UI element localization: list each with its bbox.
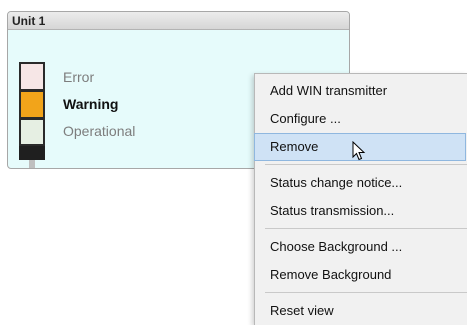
- menu-item-remove-background[interactable]: Remove Background: [255, 261, 467, 289]
- status-label-operational: Operational: [63, 123, 136, 139]
- menu-separator: [265, 164, 467, 165]
- warning-light: [19, 90, 45, 118]
- error-light: [19, 62, 45, 90]
- status-label-warning: Warning: [63, 96, 119, 112]
- menu-item-status-change-notice[interactable]: Status change notice...: [255, 169, 467, 197]
- menu-item-remove-label: Remove: [270, 139, 319, 154]
- menu-item-configure[interactable]: Configure ...: [255, 105, 467, 133]
- menu-separator: [265, 292, 467, 293]
- tower-pole: [29, 160, 35, 168]
- menu-item-remove[interactable]: Remove: [254, 133, 466, 161]
- operational-light: [19, 118, 45, 146]
- menu-separator: [265, 228, 467, 229]
- context-menu: Add WIN transmitter Configure ... Remove…: [254, 73, 467, 325]
- tower-base: [19, 146, 45, 160]
- menu-item-add-win-transmitter[interactable]: Add WIN transmitter: [255, 77, 467, 105]
- menu-item-status-transmission[interactable]: Status transmission...: [255, 197, 467, 225]
- unit-title: Unit 1: [8, 12, 349, 30]
- mouse-pointer-icon: [352, 141, 366, 161]
- status-label-error: Error: [63, 69, 95, 85]
- menu-item-reset-view[interactable]: Reset view: [255, 297, 467, 325]
- menu-item-choose-background[interactable]: Choose Background ...: [255, 233, 467, 261]
- signal-tower: [19, 62, 45, 168]
